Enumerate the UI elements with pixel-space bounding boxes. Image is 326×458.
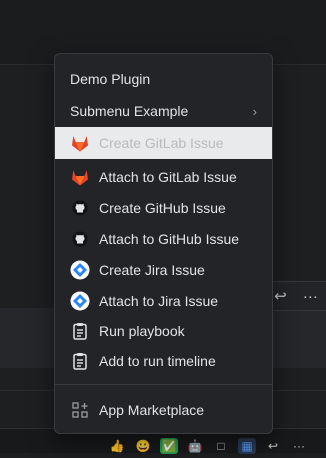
menu-item-label: Attach to GitLab Issue [99, 169, 237, 185]
menu-item-create-github-issue[interactable]: Create GitHub Issue [55, 193, 272, 223]
menu-item-create-jira-issue[interactable]: Create Jira Issue [55, 255, 272, 285]
post-hover-actions: ↩ ··· [265, 281, 326, 311]
menu-item-label: Attach to Jira Issue [99, 293, 219, 309]
menu-item-attach-gitlab-issue[interactable]: Attach to GitLab Issue [55, 162, 272, 192]
menu-item-label: Attach to GitHub Issue [99, 231, 240, 247]
menu-divider [55, 384, 272, 385]
menu-item-add-to-run-timeline[interactable]: Add to run timeline [55, 346, 272, 376]
more-actions-icon[interactable]: ··· [303, 289, 318, 304]
menu-item-app-marketplace[interactable]: App Marketplace [55, 395, 272, 425]
clipboard-icon [70, 351, 90, 371]
plugin-actions-menu: Demo Plugin Submenu Example › Create Git… [54, 53, 273, 434]
jira-icon [70, 260, 90, 280]
reply-arrow-icon[interactable]: ↩ [274, 289, 287, 304]
github-icon [70, 229, 90, 249]
menu-item-label: App Marketplace [99, 402, 205, 418]
chevron-right-icon: › [252, 104, 257, 119]
github-icon [70, 198, 90, 218]
menu-item-label: Submenu Example [70, 103, 189, 119]
menu-item-label: Demo Plugin [70, 71, 151, 87]
menu-item-label: Create Jira Issue [99, 262, 205, 278]
menu-item-label: Run playbook [99, 323, 185, 339]
clipboard-icon [70, 321, 90, 341]
menu-item-label: Create GitLab Issue [99, 135, 224, 151]
menu-item-run-playbook[interactable]: Run playbook [55, 316, 272, 346]
menu-item-submenu-example[interactable]: Submenu Example › [55, 96, 272, 126]
gitlab-icon [70, 167, 90, 187]
reactions-bar: 👍 😀 ✅ 🤖 □ ▦ ↩ ··· [108, 438, 326, 458]
gitlab-icon [70, 133, 90, 153]
menu-item-attach-jira-issue[interactable]: Attach to Jira Issue [55, 286, 272, 316]
jira-icon [70, 291, 90, 311]
menu-item-label: Create GitHub Issue [99, 200, 226, 216]
menu-item-label: Add to run timeline [99, 353, 216, 369]
marketplace-icon [70, 400, 90, 420]
menu-item-demo-plugin[interactable]: Demo Plugin [55, 64, 272, 94]
menu-item-attach-github-issue[interactable]: Attach to GitHub Issue [55, 224, 272, 254]
menu-item-create-gitlab-issue[interactable]: Create GitLab Issue [55, 127, 272, 159]
